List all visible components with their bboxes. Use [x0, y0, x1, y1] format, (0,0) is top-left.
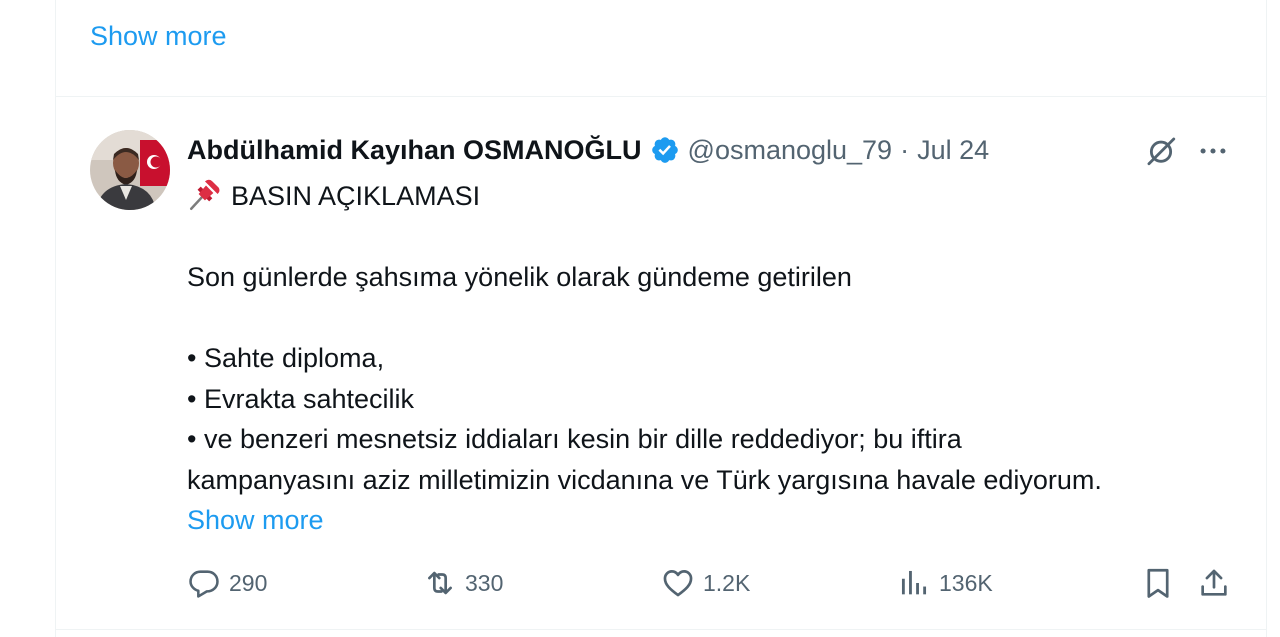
- avatar[interactable]: [90, 130, 170, 210]
- author-handle[interactable]: @osmanoglu_79: [688, 135, 893, 166]
- tweet-header: Abdülhamid Kayıhan OSMANOĞLU @osmanoglu_…: [187, 132, 989, 168]
- reply-button[interactable]: 290: [187, 560, 267, 606]
- tweet-body: BASIN AÇIKLAMASI Son günlerde şahsıma yö…: [187, 176, 1247, 541]
- header-separator: ·: [900, 134, 910, 165]
- bullet-item-continuation: kampanyasını aziz milletimizin vicdanına…: [187, 464, 1102, 495]
- tweet-title-line: BASIN AÇIKLAMASI: [187, 176, 1247, 217]
- views-button[interactable]: 136K: [897, 560, 993, 606]
- repost-icon: [428, 571, 452, 595]
- bookmark-button[interactable]: [1141, 560, 1175, 606]
- tweet[interactable]: Abdülhamid Kayıhan OSMANOĞLU @osmanoglu_…: [56, 98, 1266, 630]
- grok-icon[interactable]: [1144, 134, 1178, 168]
- repost-count: 330: [465, 569, 504, 596]
- timeline-column: Show more Abdülhamid Kayıhan OSMANOĞLU @…: [55, 0, 1267, 637]
- timeline-frame: Show more Abdülhamid Kayıhan OSMANOĞLU @…: [0, 0, 1280, 637]
- pushpin-icon: [189, 179, 220, 211]
- like-button[interactable]: 1.2K: [661, 560, 750, 606]
- views-chart-icon: [901, 570, 927, 595]
- share-icon: [1201, 569, 1227, 596]
- share-button[interactable]: [1197, 560, 1231, 606]
- tweet-actions: 290 330 1.2K 136K: [187, 560, 1237, 610]
- previous-tweet[interactable]: Show more: [56, 0, 1266, 97]
- tweet-date[interactable]: Jul 24: [917, 135, 989, 166]
- show-more-link[interactable]: Show more: [187, 505, 324, 535]
- bullet-item: • ve benzeri mesnetsiz iddiaları kesin b…: [187, 424, 962, 454]
- heart-icon: [663, 570, 693, 597]
- verified-badge-icon[interactable]: [650, 135, 680, 165]
- reply-count: 290: [229, 569, 268, 596]
- tweet-paragraph: Son günlerde şahsıma yönelik olarak günd…: [187, 262, 852, 292]
- bullet-item: • Sahte diploma,: [187, 343, 385, 373]
- bullet-item: • Evrakta sahtecilik: [187, 383, 415, 414]
- tweet-title: BASIN AÇIKLAMASI: [231, 181, 481, 211]
- author-display-name[interactable]: Abdülhamid Kayıhan OSMANOĞLU: [187, 135, 642, 166]
- reply-icon: [189, 570, 219, 598]
- view-count: 136K: [939, 569, 993, 596]
- show-more-link[interactable]: Show more: [90, 20, 227, 52]
- avatar-image: [90, 130, 170, 210]
- more-options-icon[interactable]: [1196, 134, 1230, 168]
- like-count: 1.2K: [703, 569, 751, 596]
- bookmark-icon: [1147, 568, 1169, 598]
- repost-button[interactable]: 330: [423, 560, 503, 606]
